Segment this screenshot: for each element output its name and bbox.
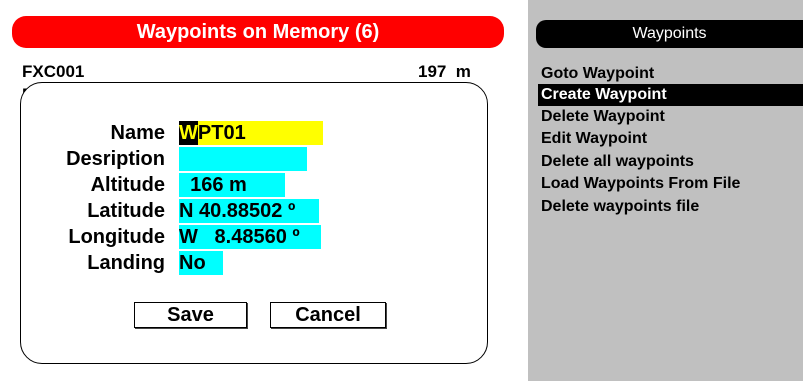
- altitude-label: Altitude: [90, 174, 165, 196]
- menu-item-delete-waypoints-file[interactable]: Delete waypoints file: [538, 196, 803, 218]
- longitude-field[interactable]: W 8.48560 º: [179, 225, 321, 249]
- waypoints-memory-title: Waypoints on Memory (6): [12, 16, 504, 48]
- waypoint-distance: 197 m: [418, 62, 471, 81]
- menu-item-delete-waypoint[interactable]: Delete Waypoint: [538, 106, 803, 128]
- menu-item-goto-waypoint[interactable]: Goto Waypoint: [538, 63, 803, 85]
- menu-item-create-waypoint[interactable]: Create Waypoint: [538, 84, 803, 106]
- waypoint-name: FXC001: [22, 62, 85, 81]
- altitude-field[interactable]: 166 m: [179, 173, 285, 197]
- cancel-button[interactable]: Cancel: [270, 302, 386, 328]
- name-field[interactable]: WPT01: [179, 121, 323, 145]
- create-waypoint-dialog: Name WPT01 Desription Altitude 166 m Lat…: [20, 82, 488, 364]
- menu-item-load-waypoints-from-file[interactable]: Load Waypoints From File: [538, 173, 803, 195]
- menu-item-edit-waypoint[interactable]: Edit Waypoint: [538, 128, 803, 150]
- text-cursor: W: [179, 121, 198, 145]
- description-label: Desription: [66, 148, 165, 170]
- waypoints-menu-panel: Waypoints Goto Waypoint Create Waypoint …: [528, 0, 803, 381]
- landing-field[interactable]: No: [179, 251, 223, 275]
- name-value: PT01: [197, 122, 246, 144]
- description-field[interactable]: [179, 147, 307, 171]
- latitude-label: Latitude: [87, 200, 165, 222]
- longitude-label: Longitude: [68, 226, 165, 248]
- save-button[interactable]: Save: [134, 302, 247, 328]
- menu-item-delete-all-waypoints[interactable]: Delete all waypoints: [538, 151, 803, 173]
- latitude-field[interactable]: N 40.88502 º: [179, 199, 319, 223]
- landing-label: Landing: [87, 252, 165, 274]
- waypoints-menu-title: Waypoints: [536, 20, 803, 48]
- name-label: Name: [110, 122, 165, 144]
- app-screen: Waypoints on Memory (6) FXC001 197 m F F…: [0, 0, 803, 381]
